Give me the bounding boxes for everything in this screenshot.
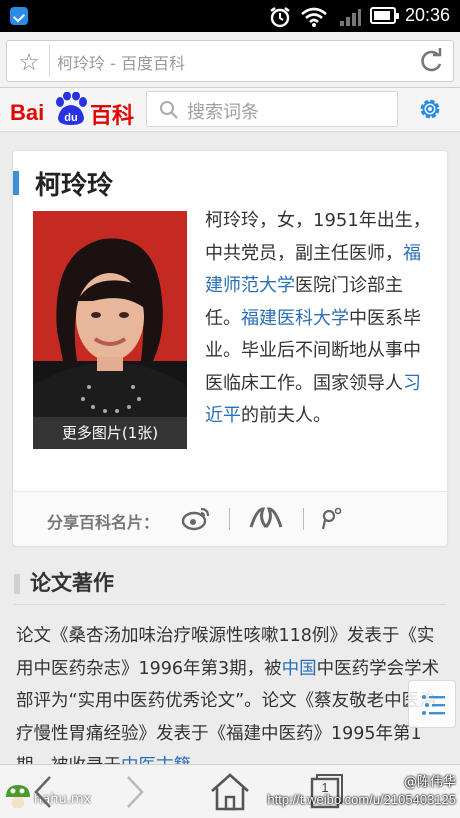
section-divider bbox=[14, 604, 446, 605]
list-icon bbox=[422, 695, 445, 715]
more-photos-caption[interactable]: 更多图片(1张) bbox=[33, 417, 187, 449]
bookmark-star-icon[interactable]: ☆ bbox=[15, 49, 43, 77]
summary-card: 柯玲玲 更多图片(1张) 柯玲玲，女，1951年出生，中共党员，副主任医师，福建… bbox=[12, 150, 448, 546]
signal-icon bbox=[340, 9, 361, 26]
link-china[interactable]: 中国 bbox=[282, 659, 317, 679]
tencent-weibo-icon[interactable] bbox=[319, 505, 345, 531]
watermark-right: @陈伟华 http://t.weibo.com/u/2105403125 bbox=[267, 771, 456, 807]
watermark-handle: @陈伟华 bbox=[403, 775, 456, 790]
browser-toolbar: ☆ 柯玲玲 - 百度百科 bbox=[0, 32, 460, 88]
baidu-baike-logo[interactable]: Bai du 百科 bbox=[10, 92, 135, 129]
watermark-url: http://t.weibo.com/u/2105403125 bbox=[267, 792, 456, 807]
battery-icon bbox=[370, 7, 399, 24]
browser-bottom-bar: hahu.mx 1 @陈伟华 http://t.weibo.com/u/2105… bbox=[0, 764, 460, 818]
notification-app-icon bbox=[10, 7, 28, 25]
bio-text-4: 的前夫人。 bbox=[241, 405, 331, 426]
portrait-image bbox=[33, 211, 187, 449]
section-title-papers: 论文著作 bbox=[30, 571, 114, 595]
address-divider bbox=[49, 45, 50, 77]
section-accent-bar bbox=[14, 574, 20, 594]
address-bar[interactable]: ☆ 柯玲玲 - 百度百科 bbox=[6, 40, 454, 82]
home-icon[interactable] bbox=[208, 771, 252, 813]
baidu-paw-icon: du bbox=[56, 92, 87, 125]
clock: 20:36 bbox=[404, 5, 450, 25]
reload-icon[interactable] bbox=[417, 47, 445, 75]
title-accent-bar bbox=[13, 171, 19, 195]
share-divider-2 bbox=[303, 508, 304, 530]
back-arrow-icon[interactable] bbox=[22, 771, 66, 813]
share-divider-1 bbox=[229, 508, 230, 530]
bio-summary: 柯玲玲，女，1951年出生，中共党员，副主任医师，福建师范大学医院门诊部主任。福… bbox=[205, 205, 431, 433]
wifi-icon bbox=[301, 7, 327, 27]
gear-icon[interactable] bbox=[416, 95, 444, 123]
table-of-contents-button[interactable] bbox=[408, 680, 456, 728]
search-icon bbox=[160, 101, 178, 119]
share-bar: 分享百科名片： bbox=[13, 492, 447, 546]
bio-text-1: 柯玲玲，女，1951年出生，中共党员，副主任医师， bbox=[205, 210, 431, 264]
status-bar: 20:36 bbox=[0, 0, 460, 32]
link-fujian-medical-university[interactable]: 福建医科大学 bbox=[241, 308, 349, 329]
entry-title: 柯玲玲 bbox=[35, 171, 114, 201]
alarm-icon bbox=[270, 7, 290, 28]
portrait-photo[interactable]: 更多图片(1张) bbox=[33, 211, 187, 449]
search-placeholder: 搜索词条 bbox=[187, 102, 259, 123]
logo-baike-text: 百科 bbox=[90, 104, 135, 129]
renren-icon[interactable] bbox=[247, 505, 285, 531]
papers-paragraph: 论文《桑杏汤加味治疗喉源性咳嗽118例》发表于《实用中医药杂志》1996年第3期… bbox=[16, 620, 446, 770]
weibo-icon[interactable] bbox=[181, 505, 211, 531]
search-input[interactable]: 搜索词条 bbox=[146, 91, 398, 127]
forward-arrow-icon[interactable] bbox=[112, 771, 156, 813]
share-label: 分享百科名片： bbox=[47, 513, 160, 532]
logo-bai-text: Bai bbox=[10, 100, 45, 125]
baike-header: Bai du 百科 搜索词条 bbox=[0, 88, 460, 132]
page-title: 柯玲玲 - 百度百科 bbox=[57, 54, 185, 73]
logo-du-text: du bbox=[64, 112, 77, 124]
